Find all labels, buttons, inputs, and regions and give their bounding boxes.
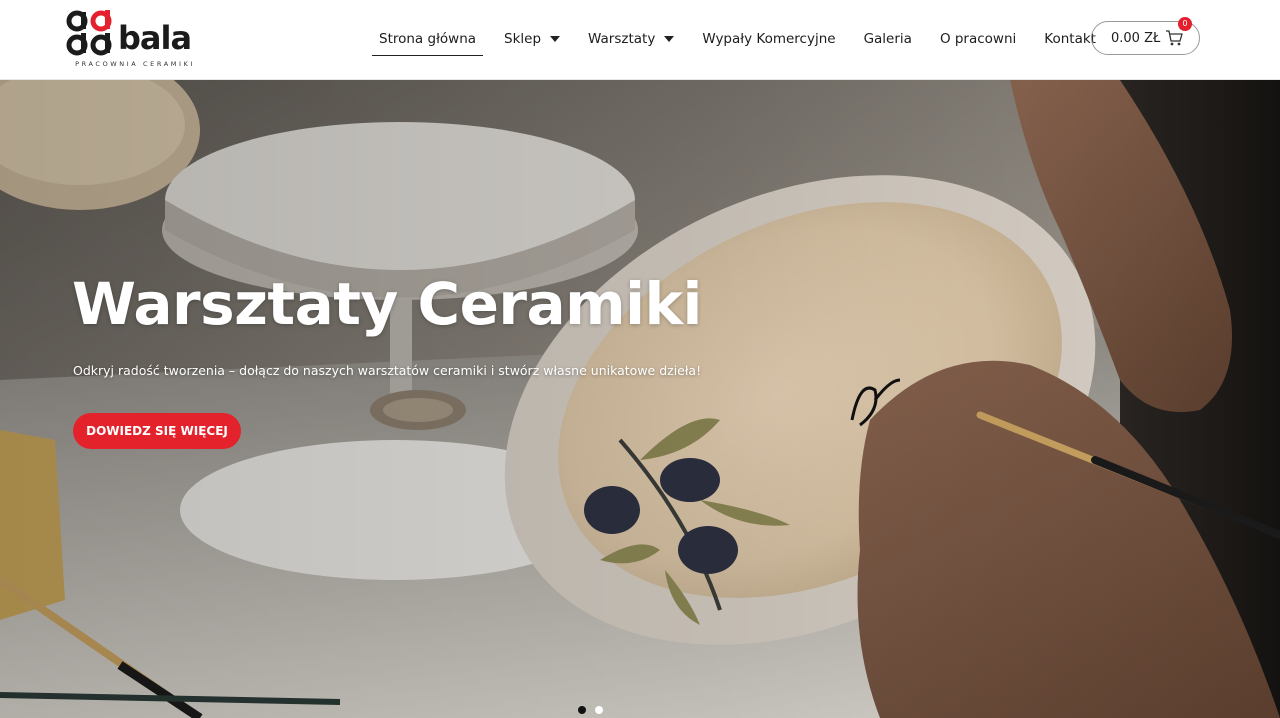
logo-mark-icon — [66, 10, 112, 56]
hero-slider: Warsztaty Ceramiki Odkryj radość tworzen… — [0, 80, 1280, 718]
nav-item-gallery[interactable]: Galeria — [857, 22, 919, 56]
main-nav: Strona główna Sklep Warsztaty Wypały Kom… — [372, 22, 1117, 56]
logo[interactable]: bala PRACOWNIA CERAMIKI — [66, 10, 198, 70]
nav-item-shop[interactable]: Sklep — [497, 22, 567, 56]
logo-wordmark: bala — [118, 19, 192, 57]
nav-item-label: Wypały Komercyjne — [702, 31, 836, 47]
chevron-down-icon — [550, 36, 561, 42]
site-header: bala PRACOWNIA CERAMIKI Strona główna Sk… — [0, 0, 1280, 80]
nav-item-label: Warsztaty — [588, 31, 656, 47]
slider-dot-2[interactable] — [595, 706, 603, 714]
nav-item-commercial-firing[interactable]: Wypały Komercyjne — [695, 22, 842, 56]
cart-count-badge: 0 — [1178, 17, 1192, 31]
hero-title: Warsztaty Ceramiki — [72, 270, 702, 338]
hero-subtitle: Odkryj radość tworzenia – dołącz do nasz… — [73, 363, 702, 378]
cart-total: 0.00 ZŁ — [1111, 30, 1161, 46]
chevron-down-icon — [664, 36, 675, 42]
cart-button[interactable]: 0.00 ZŁ 0 — [1091, 17, 1200, 55]
learn-more-button[interactable]: DOWIEDZ SIĘ WIĘCEJ — [73, 413, 241, 449]
slider-pagination — [578, 706, 603, 714]
nav-item-label: Kontakt — [1044, 31, 1096, 47]
logo-tagline: PRACOWNIA CERAMIKI — [75, 60, 195, 68]
nav-item-label: O pracowni — [939, 31, 1017, 47]
nav-item-label: Sklep — [504, 31, 542, 47]
hero-overlay — [0, 80, 1280, 718]
nav-item-label: Galeria — [863, 31, 912, 47]
nav-item-label: Strona główna — [379, 31, 477, 47]
nav-item-workshops[interactable]: Warsztaty — [581, 22, 681, 56]
nav-item-about[interactable]: O pracowni — [933, 22, 1023, 56]
nav-item-home[interactable]: Strona główna — [372, 22, 484, 56]
slider-dot-1[interactable] — [578, 706, 586, 714]
cart-icon — [1165, 29, 1183, 51]
